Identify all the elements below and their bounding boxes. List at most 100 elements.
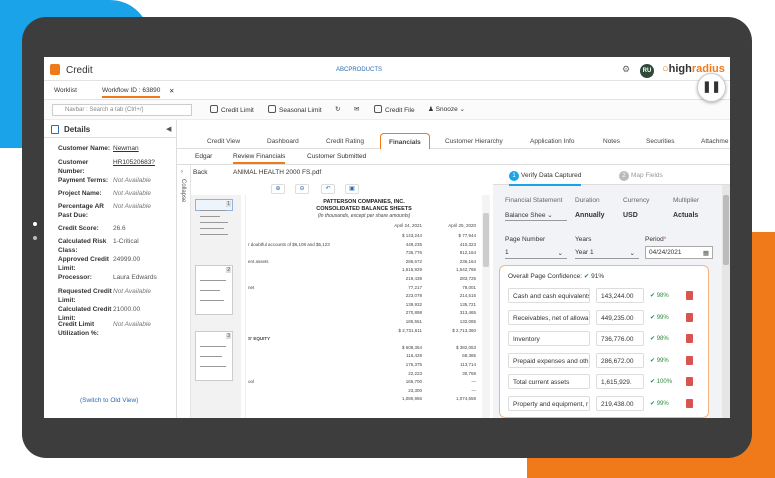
step-map-fields[interactable]: 2 Map Fields (619, 171, 663, 181)
seasonal-limit-button[interactable]: Seasonal Limit (268, 105, 322, 114)
doc-table-row: 270,898 313,465 (405, 310, 476, 316)
period-date-input[interactable]: 04/24/2021 ▦ (645, 246, 713, 259)
tab-worklist[interactable]: Worklist (54, 87, 77, 94)
doc-company: PATTERSON COMPANIES, INC. (323, 199, 405, 205)
doc-table-row: 139,932 135,721 (405, 301, 476, 307)
tab-securities[interactable]: Securities (646, 138, 675, 145)
field-value-input[interactable]: 286,672.00 (596, 352, 644, 368)
doc-table-row: S' EQUITY (248, 336, 271, 342)
collapse-left-icon[interactable]: ◀ (166, 125, 171, 133)
statement-select[interactable]: Balance Shee ⌄ (505, 209, 567, 221)
tab-search-input[interactable]: Navbar : Search a tab (Ctrl+/) (52, 104, 192, 116)
detail-value: 21000.00 (113, 306, 141, 313)
field-label-input[interactable]: Prepaid expenses and oth (508, 352, 590, 368)
doc-table-row: 736,776 812,164 (405, 250, 476, 256)
subtab-review-financials[interactable]: Review Financials (233, 153, 286, 164)
detail-value: Not Available (113, 288, 151, 295)
subtab-customer-submitted[interactable]: Customer Submitted (307, 153, 366, 160)
panel-scrollbar[interactable] (722, 185, 730, 418)
extracted-field-row: Receivables, net of allowa 449,235.00 ✔ 99… (508, 309, 704, 325)
field-label-input[interactable]: Receivables, net of allowa (508, 309, 590, 325)
step-number: 2 (619, 171, 629, 181)
detail-value: Not Available (113, 177, 151, 184)
field-value-input[interactable]: 219,438.00 (596, 395, 644, 411)
page-thumbnail[interactable]: 3 (195, 331, 233, 381)
doc-table-row: $ 143,244 $ 77,944 (401, 233, 476, 238)
detail-key: Credit Score: (58, 225, 99, 232)
snooze-button[interactable]: ♟ Snooze ⌄ (428, 105, 465, 113)
delete-icon[interactable] (686, 312, 693, 322)
delete-icon[interactable] (686, 291, 693, 300)
doc-table-row: 22,223 30,768 (408, 370, 476, 376)
pause-button[interactable]: ❚❚ (697, 73, 726, 102)
zoom-in-icon[interactable]: ⊕ (271, 184, 285, 194)
avatar[interactable]: RU (640, 64, 654, 78)
capture-icon[interactable]: ▣ (345, 184, 359, 194)
doc-table-row: $ 2,731,611 $ 2,713,360 (398, 327, 476, 333)
step-number: 1 (509, 171, 519, 181)
field-label-input[interactable]: Cash and cash equivalents (508, 288, 590, 303)
main-area: Credit View Dashboard Credit Rating Fina… (177, 120, 730, 418)
detail-value[interactable]: Newman (113, 144, 139, 153)
doc-subheading: (In thousands, except per share amounts) (317, 213, 411, 219)
delete-icon[interactable] (686, 355, 693, 365)
delete-icon[interactable] (686, 334, 693, 343)
subtab-edgar[interactable]: Edgar (195, 153, 212, 160)
field-value-input[interactable]: 736,776.00 (596, 331, 644, 346)
doc-table-row: 1,080,955 1,074,658 (401, 396, 476, 402)
page-thumbnail[interactable]: 1 (195, 199, 233, 235)
field-value-input[interactable]: 1,615,929. (596, 374, 644, 389)
detail-value: 24999.00 (113, 256, 141, 263)
refresh-icon[interactable]: ↻ (335, 105, 340, 113)
thumbs-up-icon: ✔ (583, 273, 590, 280)
detail-value[interactable]: HR10520683? (113, 158, 155, 167)
field-value-input[interactable]: 143,244.00 (596, 288, 644, 303)
collapse-toggle[interactable]: › Collapse (177, 165, 191, 418)
tab-customer-hierarchy[interactable]: Customer Hierarchy (445, 138, 503, 145)
tab-credit-view[interactable]: Credit View (207, 138, 240, 145)
doc-table-row: 116,428 68,385 (406, 353, 476, 359)
document-viewer: Back ANIMAL HEALTH 2000 FS.pdf ⊕ ⊖ ↶ ▣ 1… (191, 165, 491, 418)
sub-tabs: Edgar Review Financials Customer Submitt… (177, 149, 730, 165)
thumbs-up-icon: ✔ (650, 293, 657, 299)
field-label-input[interactable]: Property and equipment, r (508, 395, 590, 411)
switch-old-view-link[interactable]: (Switch to Old View) (80, 397, 138, 404)
credit-file-button[interactable]: Credit File (374, 105, 415, 114)
top-bar: Credit ABCPRODUCTS ⚙ RU ○highradius (44, 57, 730, 81)
field-label-input[interactable]: Total current assets (508, 374, 590, 389)
credit-limit-button[interactable]: Credit Limit (210, 105, 254, 114)
tab-workflow[interactable]: Workflow ID : 63890 (102, 87, 161, 98)
tablet-sensor-dot (33, 236, 37, 240)
years-select[interactable]: Year 1 ⌄ (575, 247, 639, 259)
tab-credit-rating[interactable]: Credit Rating (326, 138, 364, 145)
document-page: PATTERSON COMPANIES, INC. CONSOLIDATED B… (245, 195, 481, 418)
years-label: Years (575, 236, 592, 243)
zoom-out-icon[interactable]: ⊖ (295, 184, 309, 194)
extracted-field-row: Prepaid expenses and oth 286,672.00 ✔ 99% (508, 352, 704, 368)
tab-dashboard[interactable]: Dashboard (267, 138, 299, 145)
tab-attachments[interactable]: Attachme (701, 138, 728, 145)
extracted-field-row: Inventory 736,776.00 ✔ 98% (508, 331, 704, 346)
tab-financials[interactable]: Financials (380, 133, 430, 149)
period-label: Period* (645, 236, 667, 243)
delete-icon[interactable] (686, 398, 693, 408)
doc-table-row: 223,078 214,515 (405, 293, 476, 299)
tab-notes[interactable]: Notes (603, 138, 620, 145)
step-verify-data[interactable]: 1 Verify Data Captured (509, 171, 582, 186)
mail-icon[interactable]: ✉ (354, 105, 359, 113)
field-confidence: ✔ 99% (650, 357, 669, 364)
field-label-input[interactable]: Inventory (508, 331, 590, 346)
close-tab-icon[interactable]: ✕ (169, 87, 174, 95)
page-number-select[interactable]: 1 ⌄ (505, 247, 567, 259)
doc-table-row: 175,375 113,714 (405, 362, 476, 367)
document-scrollbar[interactable] (482, 195, 490, 418)
back-link[interactable]: Back (193, 169, 207, 176)
field-confidence: ✔ 100% (650, 379, 673, 385)
delete-icon[interactable] (686, 377, 693, 386)
field-confidence: ✔ 99% (650, 314, 669, 321)
page-thumbnail[interactable]: 2 (195, 265, 233, 315)
undo-icon[interactable]: ↶ (321, 184, 335, 194)
field-value-input[interactable]: 449,235.00 (596, 309, 644, 325)
tab-application-info[interactable]: Application Info (530, 138, 574, 145)
bell-icon[interactable]: ⚙ (622, 64, 630, 75)
